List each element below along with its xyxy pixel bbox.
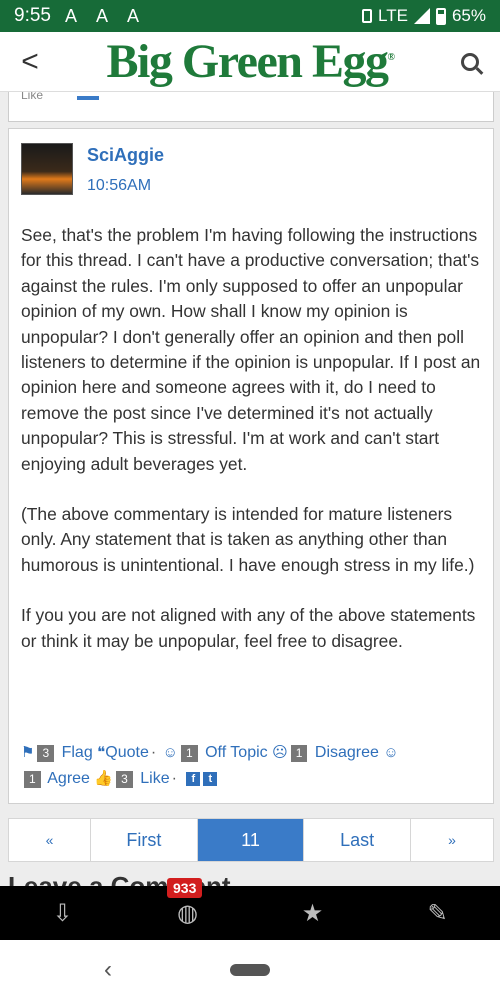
page-current[interactable]: 11 (197, 819, 305, 861)
quote-button[interactable]: Quote (105, 744, 149, 761)
separator-dot: · (150, 744, 157, 762)
network-label: LTE (378, 6, 408, 25)
app-header: < Big Green Egg® (0, 32, 500, 92)
flag-count: 3 (37, 744, 55, 762)
pagination: « First 11 Last » (8, 818, 494, 862)
vibrate-icon (362, 9, 373, 23)
logo-mark: ® (387, 52, 394, 63)
battery-level: 65% (451, 6, 486, 25)
back-button[interactable]: < (0, 45, 60, 79)
logo-text: Big Green Egg (106, 35, 389, 88)
disagree-button[interactable]: Disagree (315, 744, 379, 761)
post-time[interactable]: 10:56AM (87, 177, 151, 195)
page-last-button[interactable]: Last (304, 819, 412, 861)
post-paragraph: If you you are not aligned with any of t… (21, 605, 476, 651)
system-home-button[interactable] (230, 964, 270, 976)
page-first-button[interactable]: First (91, 819, 198, 861)
like-count: 3 (116, 770, 133, 788)
flag-button[interactable]: Flag (62, 744, 93, 761)
agree-icon[interactable]: ☺ (383, 740, 398, 766)
pencil-icon[interactable]: ✎ (375, 886, 500, 940)
page-next-button[interactable]: » (411, 819, 493, 861)
bottom-toolbar: ⇩ ◍ ★ ✎ (0, 886, 500, 940)
prev-like-icon (77, 96, 99, 100)
disagree-count: 1 (290, 744, 308, 762)
inbox-download-icon[interactable]: ⇩ (0, 886, 125, 940)
like-button[interactable]: Like (140, 770, 169, 787)
previous-post-stub: Like (8, 92, 494, 122)
status-text-icons: A A A (64, 5, 148, 26)
search-button[interactable] (440, 52, 500, 71)
facebook-share-icon[interactable]: f (186, 772, 201, 787)
post-body: See, that's the problem I'm having follo… (21, 223, 485, 679)
separator-dot: · (171, 770, 177, 788)
system-nav-bar: ‹ (0, 940, 500, 1000)
search-icon (461, 52, 479, 71)
thumbs-up-icon[interactable]: 👍 (94, 766, 113, 792)
forum-post: SciAggie 10:56AM See, that's the problem… (8, 128, 494, 804)
notification-badge[interactable]: 933 (167, 878, 203, 898)
status-bar: 9:55 A A A LTE 65% (0, 0, 500, 32)
post-paragraph: See, that's the problem I'm having follo… (21, 225, 481, 474)
offtopic-icon[interactable]: ☺ (163, 740, 178, 766)
disagree-icon[interactable]: ☹ (272, 740, 288, 766)
post-username[interactable]: SciAggie (87, 145, 164, 166)
status-time: 9:55 (14, 5, 51, 26)
agree-count: 1 (24, 770, 41, 788)
battery-icon (435, 7, 446, 25)
post-actions: ⚑ 3 Flag ❝Quote · ☺ 1 Off Topic ☹ 1 Disagree… (21, 740, 487, 792)
flag-icon[interactable]: ⚑ (21, 740, 34, 766)
agree-button[interactable]: Agree (47, 770, 90, 787)
page-prev-button[interactable]: « (9, 819, 91, 861)
offtopic-button[interactable]: Off Topic (205, 744, 268, 761)
twitter-share-icon[interactable]: t (203, 772, 218, 787)
site-logo[interactable]: Big Green Egg® (60, 34, 440, 89)
avatar[interactable] (21, 143, 73, 195)
prev-like-label: Like (21, 92, 44, 102)
offtopic-count: 1 (180, 744, 198, 762)
signal-icon (413, 8, 430, 24)
star-icon[interactable]: ★ (250, 886, 375, 940)
system-back-button[interactable]: ‹ (104, 956, 112, 984)
post-paragraph: (The above commentary is intended for ma… (21, 504, 475, 575)
